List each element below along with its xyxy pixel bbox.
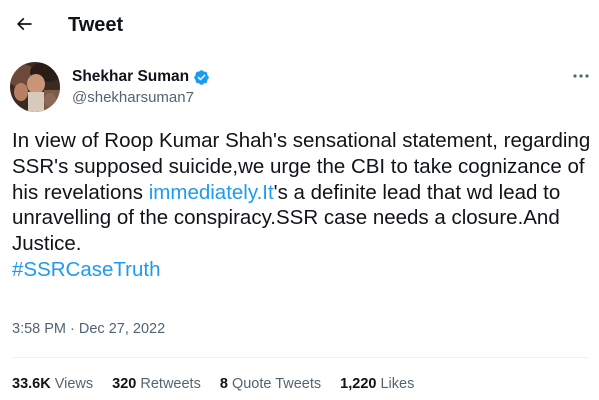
likes-count: 1,220 [340,376,377,392]
divider [12,357,589,358]
quote-tweets-count: 8 [219,376,228,392]
retweets-stat[interactable]: 320 Retweets [112,375,201,393]
back-button[interactable] [10,10,38,38]
more-horizontal-icon [573,74,589,78]
tweet-link[interactable]: immediately.It [149,181,274,204]
tweet-text: In view of Roop Kumar Shah's sensational… [12,128,592,283]
retweets-label: Retweets [140,376,201,392]
retweets-count: 320 [112,376,137,392]
views-count: 33.6K [12,376,51,392]
quote-tweets-stat[interactable]: 8 Quote Tweets [220,375,321,393]
author-name[interactable]: Shekhar Suman [72,68,189,86]
hashtag-link[interactable]: #SSRCaseTruth [12,258,161,281]
author-handle[interactable]: @shekharsuman7 [72,89,194,107]
quote-tweets-label: Quote Tweets [231,376,322,392]
tweet-timestamp[interactable]: 3:58 PM · Dec 27, 2022 [12,320,165,338]
tweet-stats: 33.6K Views 320 Retweets 8 Quote Tweets … [12,375,433,393]
likes-label: Likes [380,376,415,392]
views-stat[interactable]: 33.6K Views [12,375,93,393]
more-options-button[interactable] [571,68,591,84]
tweet-header: Tweet [0,0,599,50]
avatar[interactable] [10,62,60,112]
likes-stat[interactable]: 1,220 Likes [340,375,414,393]
avatar-image [10,62,60,112]
author-name-row[interactable]: Shekhar Suman [72,68,210,86]
verified-badge-icon [194,69,209,85]
arrow-left-icon [16,17,32,31]
page-title: Tweet [68,14,124,36]
views-label: Views [54,376,94,392]
